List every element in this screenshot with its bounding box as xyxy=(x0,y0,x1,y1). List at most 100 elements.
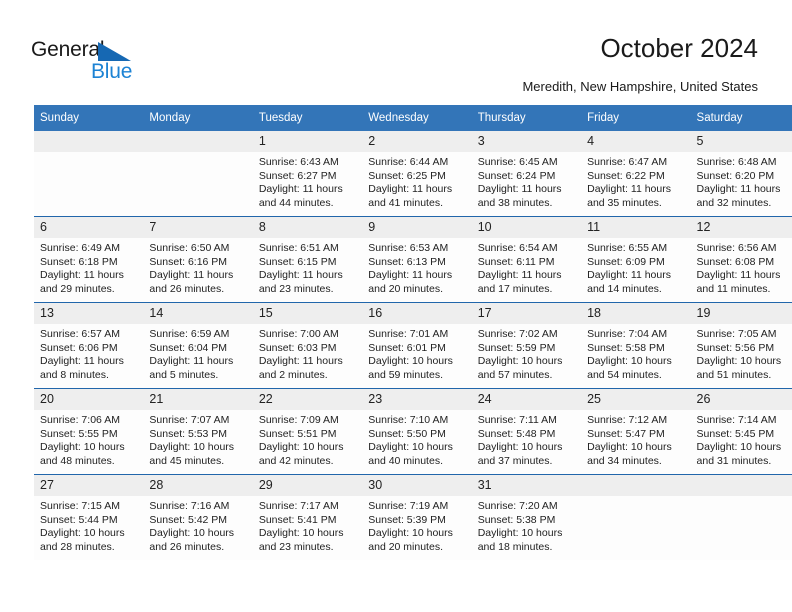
day-sun-info: Sunrise: 7:14 AM Sunset: 5:45 PM Daylight:… xyxy=(691,410,792,468)
day-sun-info: Sunrise: 7:15 AM Sunset: 5:44 PM Daylight:… xyxy=(34,496,143,554)
calendar-day-cell[interactable]: 31 Sunrise: 7:20 AM Sunset: 5:38 PM Dayligh… xyxy=(471,474,582,560)
day-sun-info: Sunrise: 7:06 AM Sunset: 5:55 PM Daylight:… xyxy=(34,410,143,468)
calendar-day-cell[interactable]: 26 Sunrise: 7:14 AM Sunset: 5:45 PM Dayligh… xyxy=(690,388,792,475)
daylight-text: Daylight: 11 hours and 26 minutes. xyxy=(149,269,234,295)
calendar-day-cell[interactable]: 18 Sunrise: 7:04 AM Sunset: 5:58 PM Dayligh… xyxy=(581,302,691,389)
calendar-day-cell[interactable]: 15 Sunrise: 7:00 AM Sunset: 6:03 PM Dayligh… xyxy=(252,302,363,389)
calendar-day-cell[interactable]: 23 Sunrise: 7:10 AM Sunset: 5:50 PM Dayligh… xyxy=(362,388,472,475)
day-number: 29 xyxy=(252,475,363,496)
blue-triangle-icon xyxy=(98,42,131,61)
sunrise-text: Sunrise: 6:44 AM xyxy=(368,156,449,168)
sunrise-text: Sunrise: 7:16 AM xyxy=(149,500,230,512)
sunrise-text: Sunrise: 7:02 AM xyxy=(477,328,558,340)
day-sun-info: Sunrise: 7:02 AM Sunset: 5:59 PM Daylight:… xyxy=(472,324,581,382)
daylight-text: Daylight: 11 hours and 38 minutes. xyxy=(477,183,562,209)
day-sun-info: Sunrise: 6:51 AM Sunset: 6:15 PM Daylight:… xyxy=(253,238,362,296)
generalblue-logo[interactable]: General Blue xyxy=(31,38,151,84)
calendar-day-cell[interactable]: 30 Sunrise: 7:19 AM Sunset: 5:39 PM Dayligh… xyxy=(362,474,472,560)
weekday-header-tuesday: Tuesday xyxy=(252,105,363,131)
day-number: 2 xyxy=(362,131,472,152)
sunrise-text: Sunrise: 6:45 AM xyxy=(477,156,558,168)
sunrise-text: Sunrise: 6:51 AM xyxy=(258,242,339,254)
calendar-day-cell[interactable]: 8 Sunrise: 6:51 AM Sunset: 6:15 PM Daylight… xyxy=(252,216,363,303)
sunset-text: Sunset: 5:47 PM xyxy=(587,427,665,440)
calendar-day-cell[interactable]: 16 Sunrise: 7:01 AM Sunset: 6:01 PM Dayligh… xyxy=(362,302,472,389)
calendar-day-cell[interactable]: 1 Sunrise: 6:43 AM Sunset: 6:27 PM Daylight… xyxy=(252,131,363,217)
calendar-day-cell[interactable]: 17 Sunrise: 7:02 AM Sunset: 5:59 PM Dayligh… xyxy=(471,302,582,389)
day-number: 28 xyxy=(143,475,253,496)
calendar-day-cell[interactable]: 4 Sunrise: 6:47 AM Sunset: 6:22 PM Daylight… xyxy=(581,131,691,217)
sunrise-text: Sunrise: 7:20 AM xyxy=(477,500,558,512)
sunset-text: Sunset: 6:24 PM xyxy=(477,169,556,182)
sunrise-text: Sunrise: 6:48 AM xyxy=(696,156,777,168)
daylight-text: Daylight: 10 hours and 57 minutes. xyxy=(477,355,563,381)
sunset-text: Sunset: 5:50 PM xyxy=(368,427,446,440)
sunset-text: Sunset: 5:38 PM xyxy=(477,513,556,526)
page-subtitle-location: Meredith, New Hampshire, United States xyxy=(522,79,758,94)
day-sun-info: Sunrise: 6:59 AM Sunset: 6:04 PM Daylight:… xyxy=(143,324,252,382)
day-number: 4 xyxy=(581,131,691,152)
daylight-text: Daylight: 10 hours and 51 minutes. xyxy=(696,355,782,381)
day-number: 6 xyxy=(34,217,144,238)
sunset-text: Sunset: 6:25 PM xyxy=(368,169,446,182)
sunset-text: Sunset: 5:59 PM xyxy=(477,341,556,354)
sunrise-text: Sunrise: 7:17 AM xyxy=(258,500,339,512)
calendar-day-cell[interactable]: 21 Sunrise: 7:07 AM Sunset: 5:53 PM Dayligh… xyxy=(143,388,253,475)
calendar-day-cell[interactable]: 13 Sunrise: 6:57 AM Sunset: 6:06 PM Dayligh… xyxy=(34,302,144,389)
day-number: 3 xyxy=(471,131,582,152)
day-number: 11 xyxy=(581,217,691,238)
daylight-text: Daylight: 11 hours and 35 minutes. xyxy=(587,183,671,209)
day-sun-info: Sunrise: 7:11 AM Sunset: 5:48 PM Daylight:… xyxy=(472,410,581,468)
sunset-text: Sunset: 5:58 PM xyxy=(587,341,665,354)
daylight-text: Daylight: 11 hours and 41 minutes. xyxy=(368,183,453,209)
daylight-text: Daylight: 10 hours and 59 minutes. xyxy=(368,355,453,381)
calendar-day-cell[interactable]: 20 Sunrise: 7:06 AM Sunset: 5:55 PM Dayligh… xyxy=(34,388,144,475)
calendar-week-row: 1 Sunrise: 6:43 AM Sunset: 6:27 PM Daylight… xyxy=(34,131,792,217)
calendar-day-cell[interactable]: 19 Sunrise: 7:05 AM Sunset: 5:56 PM Dayligh… xyxy=(690,302,792,389)
day-number: 27 xyxy=(34,475,144,496)
sunset-text: Sunset: 5:41 PM xyxy=(258,513,337,526)
day-number xyxy=(34,131,144,152)
sunrise-text: Sunrise: 6:57 AM xyxy=(40,328,120,340)
day-number xyxy=(581,475,691,496)
weekday-header-friday: Friday xyxy=(581,105,691,131)
calendar-day-cell[interactable]: 28 Sunrise: 7:16 AM Sunset: 5:42 PM Dayligh… xyxy=(143,474,253,560)
calendar-day-cell[interactable]: 12 Sunrise: 6:56 AM Sunset: 6:08 PM Dayligh… xyxy=(690,216,792,303)
sunset-text: Sunset: 6:11 PM xyxy=(477,255,555,268)
calendar-day-cell[interactable]: 10 Sunrise: 6:54 AM Sunset: 6:11 PM Dayligh… xyxy=(471,216,582,303)
sunset-text: Sunset: 6:18 PM xyxy=(40,255,118,268)
sunrise-text: Sunrise: 6:54 AM xyxy=(477,242,558,254)
day-sun-info: Sunrise: 7:17 AM Sunset: 5:41 PM Daylight:… xyxy=(253,496,362,554)
page-header: General Blue October 2024 Meredith, New … xyxy=(0,0,792,100)
sunrise-text: Sunrise: 7:14 AM xyxy=(696,414,777,426)
calendar-day-cell[interactable]: 6 Sunrise: 6:49 AM Sunset: 6:18 PM Daylight… xyxy=(34,216,144,303)
calendar-day-cell[interactable]: 25 Sunrise: 7:12 AM Sunset: 5:47 PM Dayligh… xyxy=(581,388,691,475)
calendar-day-cell[interactable]: 5 Sunrise: 6:48 AM Sunset: 6:20 PM Daylight… xyxy=(690,131,792,217)
calendar-day-cell[interactable]: 27 Sunrise: 7:15 AM Sunset: 5:44 PM Dayligh… xyxy=(34,474,144,560)
sunset-text: Sunset: 5:44 PM xyxy=(40,513,118,526)
calendar-day-cell[interactable]: 29 Sunrise: 7:17 AM Sunset: 5:41 PM Dayligh… xyxy=(252,474,363,560)
daylight-text: Daylight: 10 hours and 40 minutes. xyxy=(368,441,453,467)
day-sun-info: Sunrise: 6:44 AM Sunset: 6:25 PM Daylight:… xyxy=(362,152,471,210)
sunrise-text: Sunrise: 7:10 AM xyxy=(368,414,449,426)
day-number: 9 xyxy=(362,217,472,238)
sunrise-text: Sunrise: 7:12 AM xyxy=(587,414,668,426)
calendar-day-cell[interactable]: 2 Sunrise: 6:44 AM Sunset: 6:25 PM Daylight… xyxy=(362,131,472,217)
calendar-day-cell[interactable]: 3 Sunrise: 6:45 AM Sunset: 6:24 PM Daylight… xyxy=(471,131,582,217)
calendar-grid: Sunday Monday Tuesday Wednesday Thursday… xyxy=(34,105,792,560)
day-sun-info: Sunrise: 6:48 AM Sunset: 6:20 PM Daylight:… xyxy=(691,152,792,210)
sunset-text: Sunset: 6:08 PM xyxy=(696,255,775,268)
day-number: 25 xyxy=(581,389,691,410)
calendar-day-cell[interactable]: 9 Sunrise: 6:53 AM Sunset: 6:13 PM Daylight… xyxy=(362,216,472,303)
sunrise-text: Sunrise: 7:00 AM xyxy=(258,328,339,340)
calendar-day-cell[interactable]: 14 Sunrise: 6:59 AM Sunset: 6:04 PM Dayligh… xyxy=(143,302,253,389)
calendar-day-cell[interactable]: 11 Sunrise: 6:55 AM Sunset: 6:09 PM Dayligh… xyxy=(581,216,691,303)
day-number: 15 xyxy=(252,303,363,324)
daylight-text: Daylight: 10 hours and 20 minutes. xyxy=(368,527,453,553)
sunrise-text: Sunrise: 6:49 AM xyxy=(40,242,120,254)
calendar-day-cell[interactable]: 22 Sunrise: 7:09 AM Sunset: 5:51 PM Dayligh… xyxy=(252,388,363,475)
daylight-text: Daylight: 11 hours and 44 minutes. xyxy=(258,183,343,209)
calendar-day-cell[interactable]: 7 Sunrise: 6:50 AM Sunset: 6:16 PM Daylight… xyxy=(143,216,253,303)
sunrise-text: Sunrise: 6:56 AM xyxy=(696,242,777,254)
calendar-day-cell[interactable]: 24 Sunrise: 7:11 AM Sunset: 5:48 PM Dayligh… xyxy=(471,388,582,475)
